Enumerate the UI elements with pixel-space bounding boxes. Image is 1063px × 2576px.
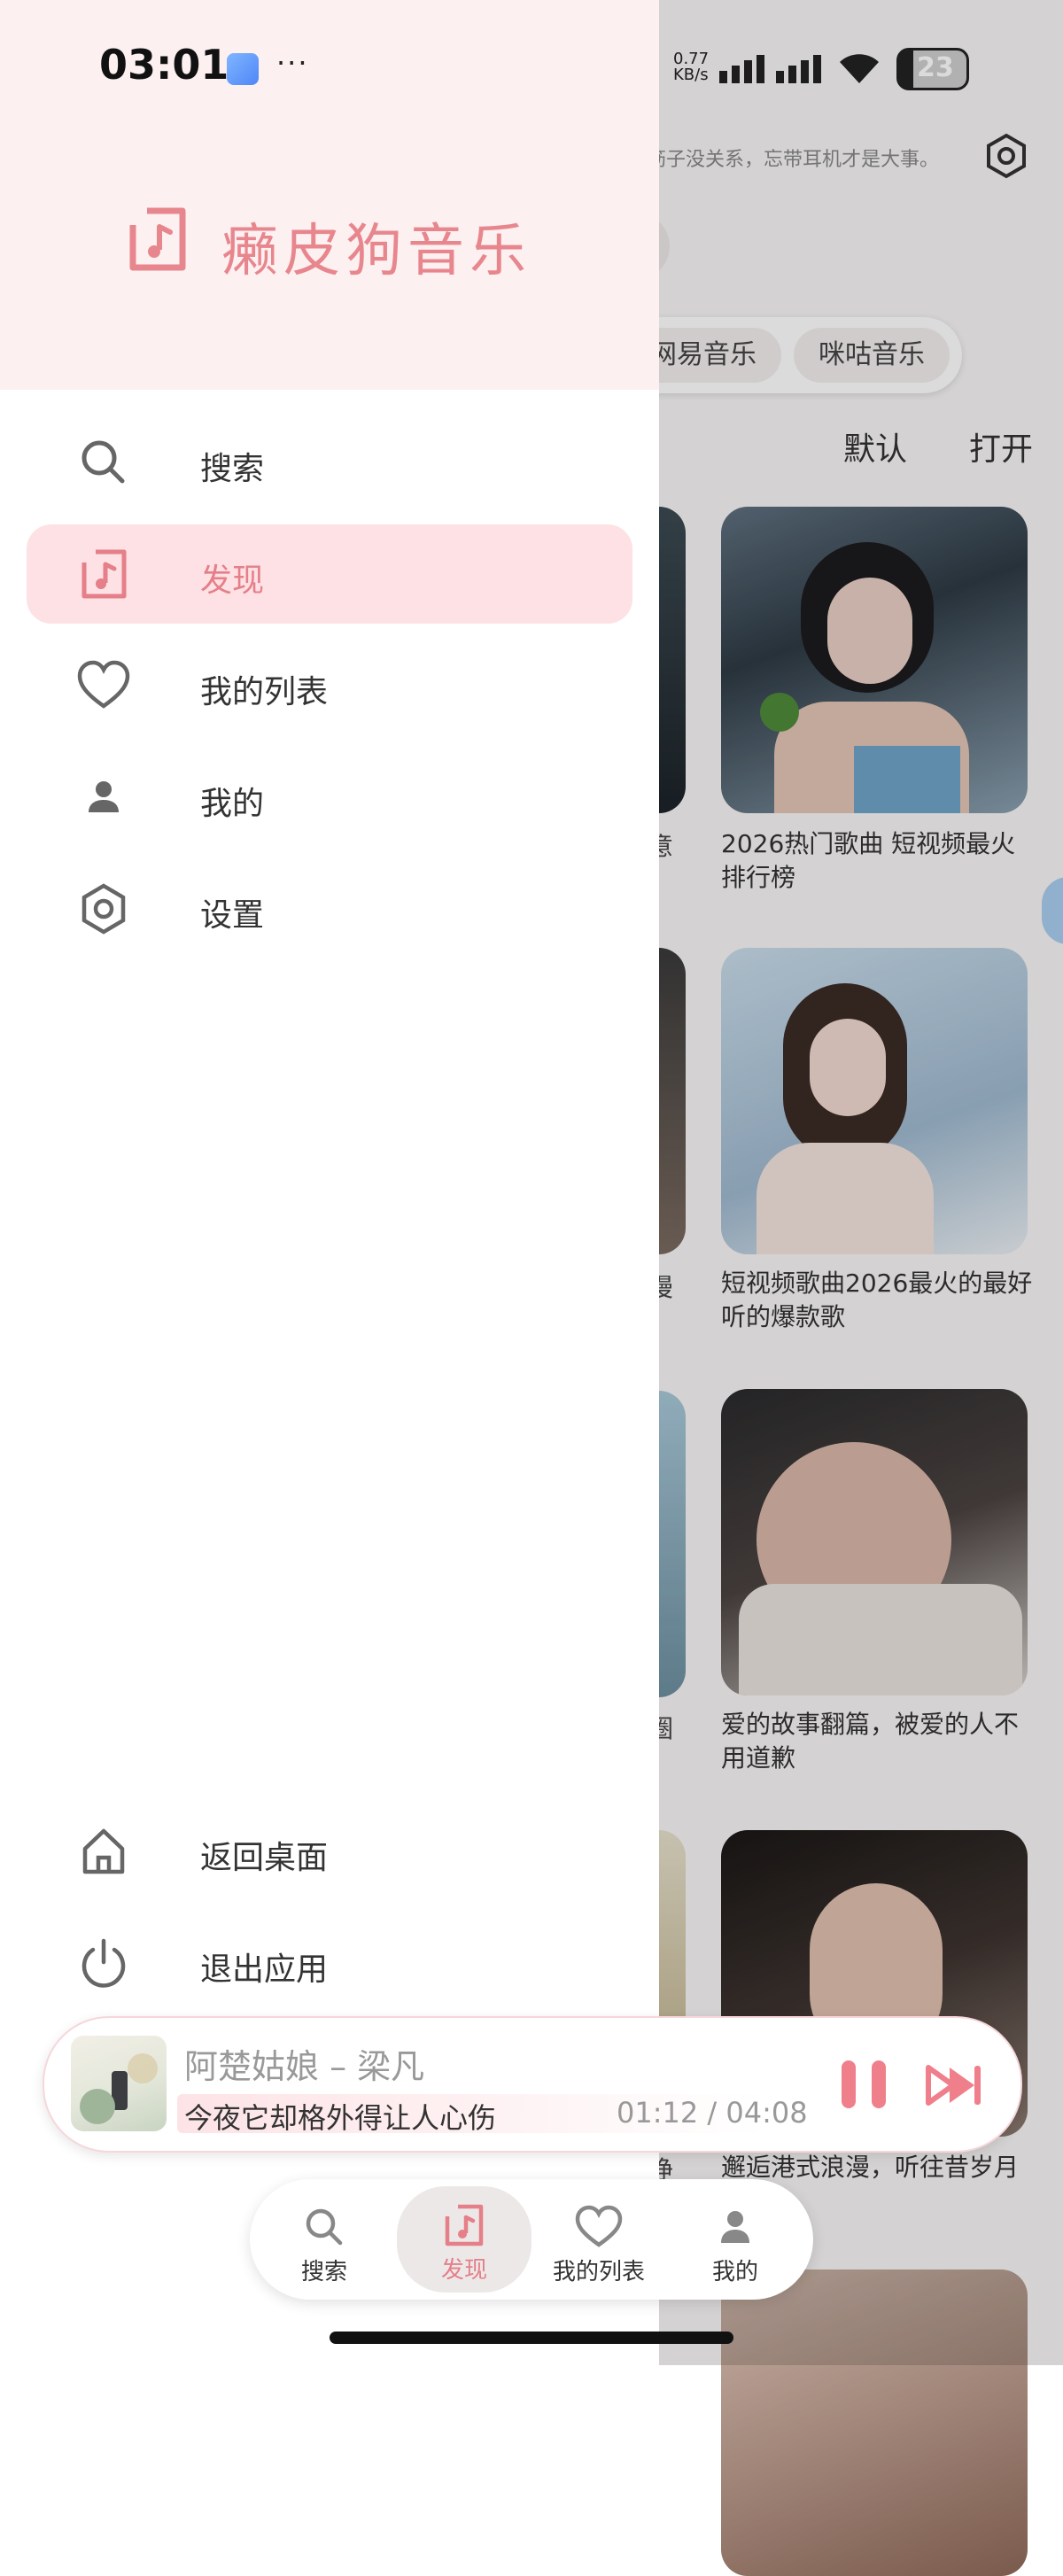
current-lyric: 今夜它却格外得让人心伤 bbox=[184, 2101, 497, 2135]
tab-label: 我的 bbox=[711, 2259, 758, 2285]
more-notifications: ··· bbox=[276, 46, 309, 80]
bottom-tab-bar: 搜索 发现 我的列表 我的 bbox=[250, 2179, 813, 2300]
drawer-item-exit-app[interactable]: 退出应用 bbox=[27, 1913, 632, 2013]
tab-label: 我的列表 bbox=[552, 2259, 645, 2285]
drawer-item-return-home[interactable]: 返回桌面 bbox=[27, 1802, 632, 1901]
playback-time: 01:12 / 04:08 bbox=[617, 2096, 808, 2130]
app-logo-icon bbox=[129, 207, 186, 271]
search-icon bbox=[306, 2208, 343, 2246]
drawer-item-label: 我的列表 bbox=[200, 674, 329, 710]
search-icon bbox=[81, 440, 125, 484]
heart-icon bbox=[77, 660, 130, 709]
tab-search[interactable]: 搜索 bbox=[262, 2192, 386, 2289]
drawer-item-label: 我的 bbox=[200, 786, 265, 822]
mini-player[interactable]: 阿楚姑娘 – 梁凡 今夜它却格外得让人心伤 01:12 / 04:08 bbox=[43, 2016, 1022, 2153]
settings-hexagon-icon bbox=[81, 883, 126, 935]
tab-mine[interactable]: 我的 bbox=[673, 2192, 797, 2289]
drawer-item-label: 设置 bbox=[200, 897, 265, 934]
drawer-item-my-list[interactable]: 我的列表 bbox=[27, 636, 632, 735]
drawer-item-search[interactable]: 搜索 bbox=[27, 413, 632, 512]
drawer-item-settings[interactable]: 设置 bbox=[27, 859, 632, 958]
drawer-item-mine[interactable]: 我的 bbox=[27, 748, 632, 847]
tab-discover[interactable]: 发现 bbox=[397, 2186, 532, 2293]
person-icon bbox=[721, 2211, 749, 2243]
person-icon bbox=[89, 781, 119, 812]
pause-button[interactable] bbox=[838, 2057, 891, 2112]
home-icon bbox=[82, 1828, 125, 1874]
status-time: 03:01 bbox=[99, 41, 229, 89]
home-indicator[interactable] bbox=[330, 2332, 733, 2344]
drawer-item-label: 返回桌面 bbox=[200, 1840, 329, 1876]
gallery-app-icon bbox=[227, 53, 259, 85]
navigation-drawer: 03:01 ··· 癞皮狗音乐 搜索 发现 我的列表 我的 设置 返回桌面 退出… bbox=[0, 0, 659, 2365]
tab-label: 搜索 bbox=[300, 2259, 347, 2285]
drawer-item-label: 退出应用 bbox=[200, 1951, 329, 1988]
next-track-button[interactable] bbox=[925, 2062, 983, 2108]
tab-label: 发现 bbox=[440, 2257, 487, 2284]
album-cover[interactable] bbox=[71, 2036, 167, 2131]
drawer-item-label: 搜索 bbox=[200, 451, 265, 487]
app-name: 癞皮狗音乐 bbox=[221, 219, 532, 284]
tab-my-list[interactable]: 我的列表 bbox=[537, 2192, 661, 2289]
drawer-item-label: 发现 bbox=[200, 563, 265, 599]
music-note-icon bbox=[81, 549, 127, 599]
song-title: 阿楚姑娘 – 梁凡 bbox=[184, 2047, 425, 2086]
power-icon bbox=[81, 1938, 126, 1988]
music-note-icon bbox=[445, 2204, 484, 2246]
heart-icon bbox=[575, 2205, 623, 2247]
drawer-item-discover[interactable]: 发现 bbox=[27, 524, 632, 624]
